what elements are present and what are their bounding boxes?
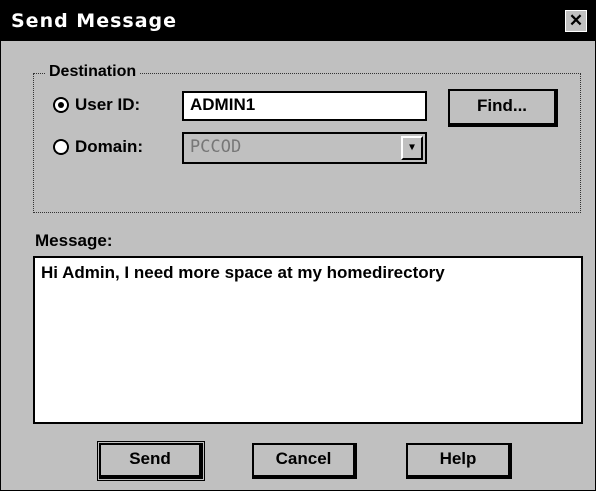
cancel-button[interactable]: Cancel xyxy=(252,443,357,479)
help-button[interactable]: Help xyxy=(406,443,512,479)
send-message-dialog: Send Message ✕ Destination User ID: ADMI… xyxy=(0,0,596,491)
title-bar[interactable]: Send Message ✕ xyxy=(1,1,595,41)
send-button[interactable]: Send xyxy=(97,441,205,481)
domain-label: Domain: xyxy=(75,137,143,156)
close-button[interactable]: ✕ xyxy=(565,10,587,32)
close-icon: ✕ xyxy=(568,11,584,30)
domain-select[interactable]: PCCOD ▼ xyxy=(182,132,427,164)
chevron-down-icon: ▼ xyxy=(408,142,416,153)
user-id-label: User ID: xyxy=(75,95,141,114)
message-textarea[interactable]: Hi Admin, I need more space at my homedi… xyxy=(33,256,583,424)
user-id-radio[interactable] xyxy=(53,97,69,113)
user-id-input[interactable]: ADMIN1 xyxy=(182,91,427,121)
window-title: Send Message xyxy=(11,10,178,32)
message-label: Message: xyxy=(35,231,113,250)
domain-radio[interactable] xyxy=(53,139,69,155)
domain-select-value: PCCOD xyxy=(190,137,242,157)
dialog-body: Destination User ID: ADMIN1 Find... Doma… xyxy=(1,41,595,490)
destination-group-label: Destination xyxy=(45,63,141,81)
find-button[interactable]: Find... xyxy=(448,89,558,127)
domain-dropdown-button[interactable]: ▼ xyxy=(401,136,423,160)
